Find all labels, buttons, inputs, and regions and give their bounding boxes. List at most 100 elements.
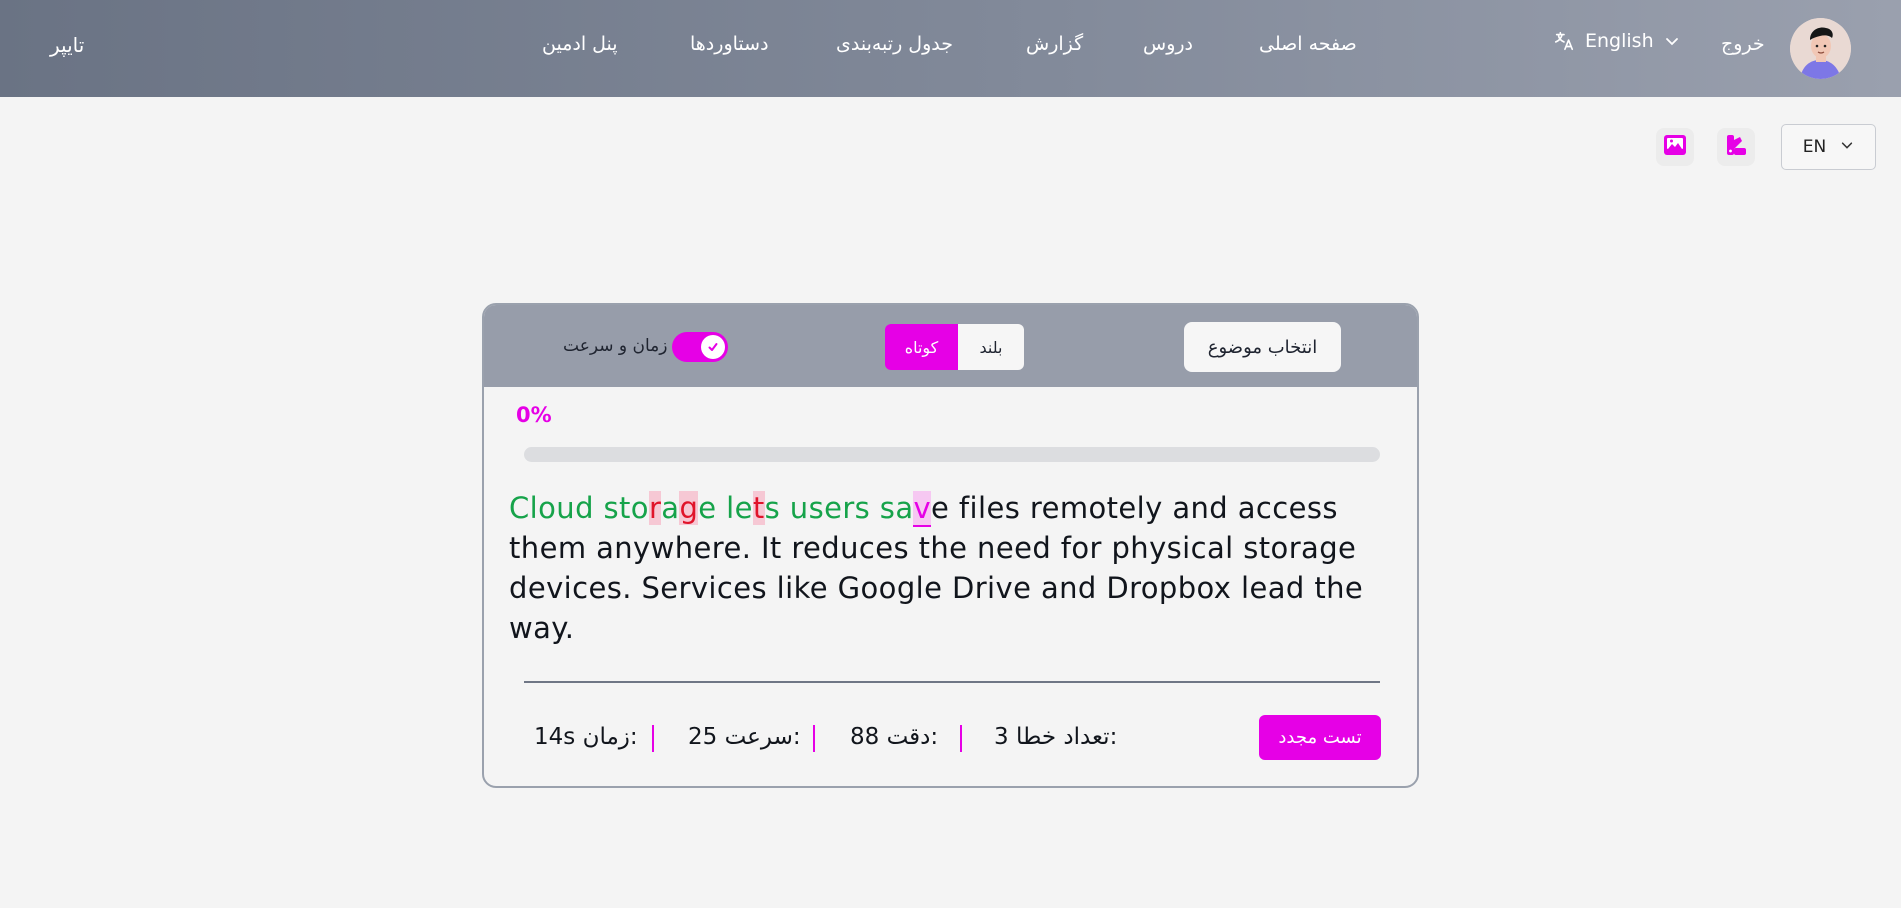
time-speed-toggle[interactable] [672, 332, 728, 362]
passage-char-correct [780, 491, 790, 525]
passage-char: e [588, 571, 607, 605]
passage-char: e [1014, 531, 1033, 565]
passage-char [1051, 531, 1061, 565]
passage-char: t [918, 531, 931, 565]
passage-char: g [1319, 531, 1339, 565]
passage-char [1163, 491, 1173, 525]
passage-char: . [622, 571, 632, 605]
passage-char [767, 571, 777, 605]
passage-char: n [1190, 491, 1210, 525]
check-icon [707, 338, 719, 357]
passage-char-correct: s [879, 491, 896, 525]
passage-char: c [858, 531, 876, 565]
passage-char: y [1149, 531, 1167, 565]
passage-char-correct: l [726, 491, 735, 525]
passage-char: r [711, 531, 724, 565]
nav-link-leaderboard[interactable]: جدول رتبه‌بندی [836, 33, 953, 55]
stat-speed-value: 25 [688, 724, 718, 750]
retry-button[interactable]: تست مجدد [1259, 715, 1381, 760]
passage-char [1305, 571, 1315, 605]
passage-char: e [539, 531, 558, 565]
image-icon-button[interactable] [1656, 128, 1694, 166]
passage-char: c [1190, 531, 1207, 565]
passage-char: . [741, 531, 752, 565]
passage-char [967, 531, 977, 565]
length-short-button[interactable]: کوتاه [885, 324, 958, 370]
passage-char: e [949, 531, 968, 565]
nav-link-achievements[interactable]: دستاوردها [690, 33, 769, 55]
passage-char: e [803, 531, 822, 565]
passage-char-correct: e [824, 491, 843, 525]
nav-link-report[interactable]: گزارش [1026, 33, 1083, 55]
passage-char: t [1314, 571, 1327, 605]
passage-char: D [951, 571, 975, 605]
palette-icon-button[interactable] [1717, 128, 1755, 166]
passage-char: y [633, 531, 651, 565]
passage-char: o [860, 571, 879, 605]
translate-icon [1553, 30, 1575, 52]
passage-char: s [1166, 531, 1183, 565]
length-long-button[interactable]: بلند [958, 324, 1024, 370]
image-icon [1663, 134, 1687, 160]
nav-link-home[interactable]: صفحه اصلی [1259, 33, 1357, 55]
passage-char-correct: u [789, 491, 809, 525]
time-speed-toggle-label: زمان و سرعت [563, 336, 668, 356]
passage-char: n [977, 531, 996, 565]
typing-passage[interactable]: Cloud storage lets users save files remo… [509, 488, 1389, 648]
passage-char: I [760, 531, 770, 565]
passage-char: h [520, 531, 540, 565]
nav-link-lessons[interactable]: دروس [1143, 33, 1193, 55]
stat-separator [813, 725, 815, 752]
passage-char: v [690, 571, 709, 605]
chevron-down-icon [1664, 33, 1680, 49]
passage-char: e [1288, 491, 1307, 525]
passage-char: y [551, 611, 565, 645]
passage-char: r [1029, 491, 1042, 525]
passage-char: i [708, 571, 717, 605]
card-header: انتخاب موضوع کوتاه بلند زمان و سرعت [484, 305, 1417, 387]
passage-char: t [769, 531, 782, 565]
select-topic-button[interactable]: انتخاب موضوع [1184, 322, 1341, 372]
passage-char: o [1140, 571, 1159, 605]
passage-char: e [995, 531, 1015, 565]
passage-char: a [1040, 571, 1060, 605]
passage-char: e [660, 571, 679, 605]
passage-char: e [1118, 491, 1137, 525]
passage-char: r [1129, 571, 1141, 605]
passage-char: o [1270, 531, 1289, 565]
passage-char-current: v [913, 491, 932, 527]
logout-link[interactable]: خروج [1721, 33, 1765, 55]
passage-char-error: r [648, 491, 662, 525]
passage-char: f [1060, 531, 1072, 565]
passage-char: e [809, 571, 828, 605]
language-select[interactable]: EN [1781, 124, 1876, 170]
typing-test-card: انتخاب موضوع کوتاه بلند زمان و سرعت 0% C… [482, 303, 1419, 788]
passage-char-correct [717, 491, 727, 525]
nav-link-admin[interactable]: پنل ادمین [542, 33, 618, 55]
stat-separator [652, 725, 654, 752]
passage-char: u [840, 531, 859, 565]
language-switch[interactable]: English [1553, 30, 1680, 52]
palette-icon [1725, 134, 1747, 160]
stats-bar: تست مجدد 3 تعداد خطا: 88 دقت: 25 سرعت: 1… [484, 715, 1417, 761]
stat-accuracy: 88 دقت: [850, 724, 938, 750]
passage-char-correct: s [808, 491, 825, 525]
passage-char: e [931, 491, 950, 525]
passage-char: i [969, 491, 979, 525]
passage-char: e [527, 571, 547, 605]
passage-char: n [614, 531, 634, 565]
passage-char: g [896, 571, 916, 605]
passage-char: S [641, 571, 661, 605]
passage-char [1020, 491, 1030, 525]
passage-char-correct: e [698, 491, 717, 525]
passage-char: c [1255, 491, 1273, 525]
stat-errors-label: تعداد خطا: [1015, 724, 1118, 750]
language-switch-label: English [1585, 30, 1654, 52]
passage-char: h [1130, 531, 1150, 565]
passage-char: e [1041, 491, 1060, 525]
passage-char: d [821, 531, 841, 565]
passage-char: r [791, 531, 803, 565]
passage-char: D [1106, 571, 1130, 605]
top-navbar: تایپر صفحه اصلی دروس گزارش جدول رتبه‌بند… [0, 0, 1901, 97]
avatar[interactable] [1790, 18, 1851, 79]
